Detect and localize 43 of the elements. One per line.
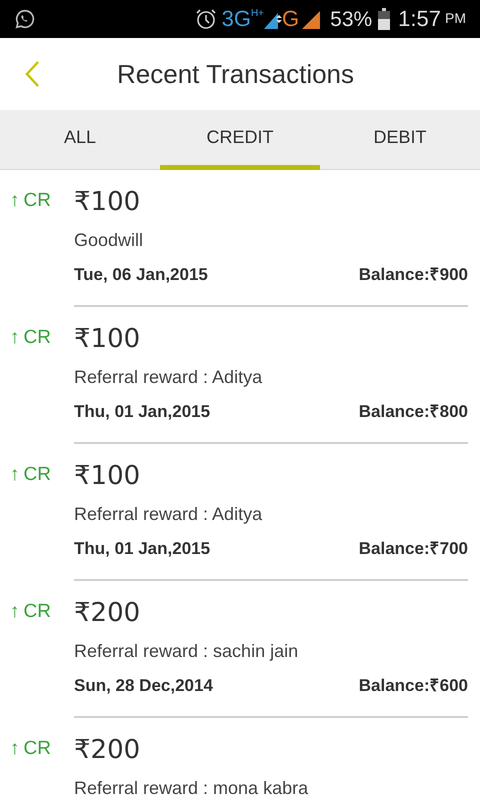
credit-arrow: ↑: [10, 326, 20, 350]
back-icon: [24, 60, 40, 88]
transaction-description: Referral reward : mona kabra: [74, 777, 310, 800]
credit-arrow: ↑: [10, 737, 20, 761]
balance-amount: Balance:₹800: [358, 401, 468, 423]
credit-arrow: ↑: [10, 189, 20, 213]
clock-time: 1:57: [398, 8, 441, 30]
network-type-label: 3G: [222, 8, 251, 30]
credit-arrow: ↑: [10, 600, 20, 624]
battery-icon: [378, 8, 390, 30]
network-type-label: G: [282, 8, 300, 30]
tab[interactable]: DEBIT: [320, 110, 480, 170]
transaction-type: CR: [24, 737, 51, 761]
tab[interactable]: CREDIT: [160, 110, 320, 170]
credit-arrow: ↑: [10, 463, 20, 487]
alarm-clock-icon: [194, 7, 218, 31]
transaction-date: Sun, 28 Dec,2014: [74, 675, 213, 697]
transaction-amount: ₹200: [74, 734, 142, 767]
transaction-type: CR: [24, 326, 51, 350]
transaction-amount: ₹200: [74, 597, 142, 630]
balance-amount: Balance:₹900: [358, 264, 468, 286]
transaction-description: Referral reward : Aditya: [74, 366, 264, 389]
chat-bubble-icon: [14, 8, 36, 30]
transaction-date: Thu, 01 Jan,2015: [74, 401, 210, 423]
clock-ampm: PM: [445, 9, 466, 28]
balance-amount: Balance:₹600: [358, 675, 468, 697]
transaction-date: Thu, 01 Jan,2015: [74, 538, 210, 560]
tab[interactable]: ALL: [0, 110, 160, 170]
transaction-amount: ₹100: [74, 460, 142, 493]
transaction-type: CR: [24, 463, 51, 487]
signal-icon: [302, 9, 320, 29]
transaction-type: CR: [24, 600, 51, 624]
screen-title: Recent Transactions: [117, 58, 354, 90]
transaction-description: Goodwill: [74, 229, 144, 252]
network-type-label: H+: [250, 7, 264, 21]
transaction-description: Referral reward : sachin jain: [74, 640, 300, 663]
transaction-type: CR: [24, 189, 51, 213]
balance-amount: Balance:₹700: [358, 538, 468, 560]
battery-percent: 53%: [330, 8, 372, 30]
transaction-date: Tue, 06 Jan,2015: [74, 264, 208, 286]
transaction-amount: ₹100: [74, 186, 142, 219]
transaction-description: Referral reward : Aditya: [74, 503, 264, 526]
transaction-amount: ₹100: [74, 323, 142, 356]
